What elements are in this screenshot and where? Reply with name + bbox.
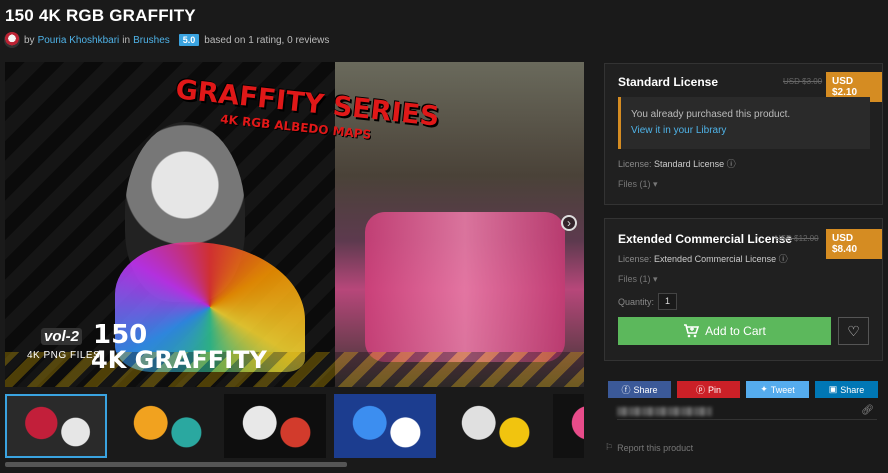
pinterest-icon: ⓟ <box>695 385 705 395</box>
extended-files-label: Files (1) <box>618 274 651 284</box>
thumbnail-scrollbar[interactable] <box>5 462 347 467</box>
thumb-1[interactable] <box>5 394 107 458</box>
standard-files-label: Files (1) <box>618 179 651 189</box>
facebook-share-button[interactable]: ⓕ Share <box>608 381 671 398</box>
hero-graffity-label: 4K GRAFFITY <box>91 346 267 374</box>
product-image[interactable]: GRAFFITY SERIES 4K RGB ALBEDO MAPS vol-2… <box>5 62 584 387</box>
extended-license-value: Extended Commercial License <box>654 254 777 264</box>
help-icon[interactable]: ⓘ <box>727 159 736 169</box>
heart-icon: ♡ <box>847 322 860 339</box>
link-icon[interactable]: 🔗︎ <box>861 405 874 416</box>
standard-license-label: License: <box>618 159 652 169</box>
pinterest-label: Pin <box>708 384 722 395</box>
extended-license-card[interactable]: Extended Commercial License USD $12.00 U… <box>604 218 883 361</box>
by-label: by <box>24 34 35 46</box>
thumb-5[interactable] <box>443 394 545 458</box>
rating-text[interactable]: based on 1 rating, 0 reviews <box>204 35 329 46</box>
chevron-down-icon: ▾ <box>653 179 658 189</box>
extended-license-meta: License: Extended Commercial License ⓘ <box>618 252 788 265</box>
hero-volume: vol-2 <box>41 328 83 345</box>
thumbnail-strip <box>5 394 584 458</box>
standard-license-meta: License: Standard License ⓘ <box>618 157 736 170</box>
purchased-notice-text: You already purchased this product. <box>631 109 791 120</box>
thumb-4[interactable] <box>333 394 436 458</box>
extended-license-title: Extended Commercial License <box>618 232 793 246</box>
purchased-notice: You already purchased this product. View… <box>618 97 870 149</box>
author-link[interactable]: Pouria Khoshkbari <box>38 35 120 46</box>
twitter-label: Tweet <box>770 384 795 395</box>
quantity-label: Quantity: <box>618 297 655 307</box>
twitter-icon: ✦ <box>760 384 768 394</box>
linkedin-icon: ▣ <box>828 384 838 394</box>
linkedin-button[interactable]: ▣ Share <box>815 381 878 398</box>
wishlist-button[interactable]: ♡ <box>838 317 869 345</box>
twitter-button[interactable]: ✦ Tweet <box>746 381 809 398</box>
share-url-field[interactable]: 🔗︎ <box>617 404 877 420</box>
chevron-down-icon: ▾ <box>653 274 658 284</box>
facebook-icon: ⓕ <box>621 385 631 395</box>
in-label: in <box>122 34 131 46</box>
hero-png-files: 4K PNG FILES <box>27 350 101 361</box>
quantity-input[interactable]: 1 <box>658 293 677 310</box>
thumb-6[interactable] <box>552 394 584 458</box>
byline: by Pouria Khoshkbari in Brushes 5.0 base… <box>4 32 329 48</box>
blurred-url <box>617 407 712 416</box>
report-label: Report this product <box>617 442 694 453</box>
facebook-share-label: Share <box>633 384 658 395</box>
next-image-icon[interactable]: › <box>561 215 577 231</box>
hero-graffiti-wall <box>365 212 565 362</box>
extended-license-label: License: <box>618 254 652 264</box>
standard-files-toggle[interactable]: Files (1) ▾ <box>618 179 658 190</box>
linkedin-label: Share <box>840 384 865 395</box>
standard-license-title: Standard License <box>618 75 719 89</box>
author-avatar[interactable] <box>4 32 20 48</box>
cart-icon <box>684 324 700 338</box>
add-to-cart-button[interactable]: Add to Cart <box>618 317 831 345</box>
report-link[interactable]: ⚐ Report this product <box>605 442 693 453</box>
flag-icon: ⚐ <box>605 442 614 452</box>
standard-license-value: Standard License <box>654 159 725 169</box>
add-to-cart-label: Add to Cart <box>705 324 766 338</box>
rating-badge: 5.0 <box>178 34 200 46</box>
thumb-3[interactable] <box>224 394 326 458</box>
extended-price: USD $8.40 <box>826 229 882 259</box>
standard-old-price: USD $3.00 <box>783 77 823 86</box>
library-link[interactable]: View it in your Library <box>631 123 860 139</box>
thumb-2[interactable] <box>114 394 217 458</box>
extended-old-price: USD $12.00 <box>775 234 819 243</box>
product-title: 150 4K RGB GRAFFITY <box>5 6 196 25</box>
help-icon[interactable]: ⓘ <box>779 254 788 264</box>
extended-files-toggle[interactable]: Files (1) ▾ <box>618 274 658 285</box>
standard-license-card[interactable]: Standard License USD $3.00 USD $2.10 You… <box>604 63 883 205</box>
category-link[interactable]: Brushes <box>133 35 170 46</box>
pinterest-button[interactable]: ⓟ Pin <box>677 381 740 398</box>
